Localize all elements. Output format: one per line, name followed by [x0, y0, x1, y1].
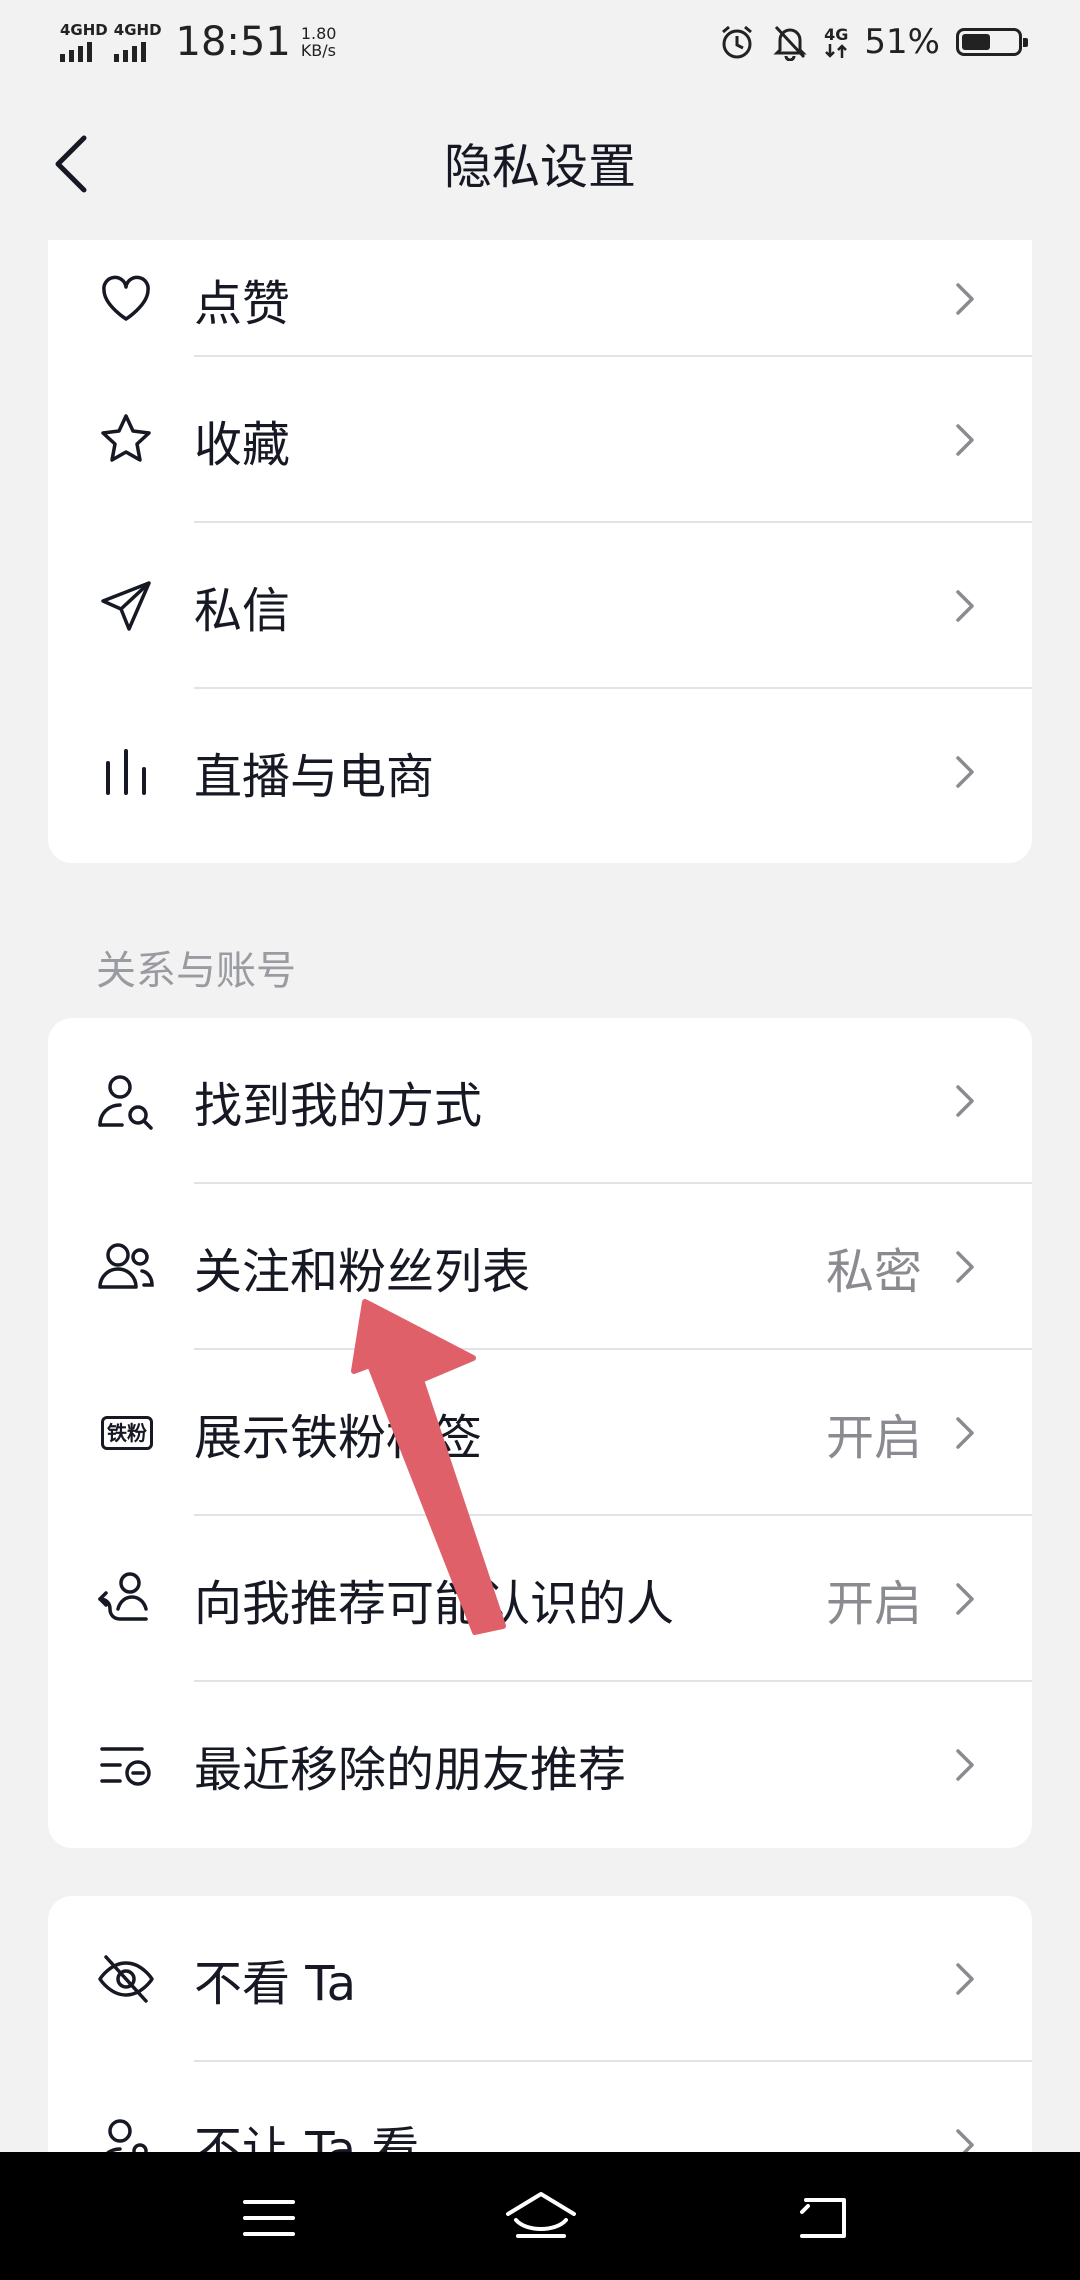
- chevron-right-icon: [956, 424, 974, 456]
- setting-row-dont-let-see[interactable]: 不让 Ta 看: [48, 2062, 1032, 2152]
- card-interaction: 点赞 收藏 私信 直播与电商: [48, 240, 1032, 863]
- system-nav-bar: [0, 2152, 1080, 2280]
- chevron-right-icon: [956, 590, 974, 622]
- setting-label: 展示铁粉标签: [194, 1410, 483, 1466]
- users-icon: [96, 1237, 156, 1297]
- setting-label: 最近移除的朋友推荐: [194, 1742, 627, 1798]
- setting-value: 开启: [825, 1576, 922, 1632]
- setting-label: 找到我的方式: [194, 1078, 483, 1134]
- speed-value: 1.80: [300, 24, 337, 43]
- page-title: 隐私设置: [443, 139, 636, 195]
- setting-row-follow-list[interactable]: 关注和粉丝列表 私密: [48, 1184, 1032, 1350]
- card-block: 不看 Ta 不让 Ta 看: [48, 1896, 1032, 2152]
- chevron-right-icon: [956, 1417, 974, 1449]
- setting-row-favorites[interactable]: 收藏: [48, 357, 1032, 523]
- setting-label: 收藏: [194, 417, 291, 473]
- setting-row-dont-see[interactable]: 不看 Ta: [48, 1896, 1032, 2062]
- chevron-right-icon: [956, 1749, 974, 1781]
- badge-icon: 铁粉: [96, 1403, 158, 1463]
- setting-label: 关注和粉丝列表: [194, 1244, 531, 1300]
- chevron-right-icon: [956, 1085, 974, 1117]
- signal-2: 4GHD: [113, 21, 162, 62]
- speed-unit: KB/s: [300, 41, 337, 60]
- setting-row-removed-recommendations[interactable]: 最近移除的朋友推荐: [48, 1682, 1032, 1848]
- menu-icon[interactable]: [243, 2198, 295, 2238]
- header: 隐私设置: [0, 84, 1080, 240]
- network-speed: 1.80 KB/s: [301, 25, 337, 59]
- recommend-user-icon: [96, 1569, 156, 1629]
- signal-1: 4GHD: [60, 22, 108, 62]
- list-remove-icon: [96, 1735, 156, 1795]
- setting-label: 不看 Ta: [194, 1956, 357, 2012]
- setting-label: 向我推荐可能认识的人: [194, 1576, 675, 1632]
- battery-percent: 51%: [864, 22, 940, 62]
- eye-off-icon: [96, 1949, 156, 2009]
- status-bar: 4GHD 4GHD 18:51 1.80 KB/s 4G 51%: [0, 0, 1080, 84]
- setting-value: 私密: [825, 1244, 922, 1300]
- network-label-2: 4GHD: [113, 21, 162, 39]
- signal-bars-icon: [113, 40, 146, 62]
- card-relations: 找到我的方式 关注和粉丝列表 私密 铁粉 展示铁粉标签 开启 向我推荐可能认识的…: [48, 1018, 1032, 1848]
- chevron-right-icon: [956, 282, 974, 315]
- heart-icon: [96, 269, 156, 329]
- star-icon: [96, 410, 156, 470]
- chevron-right-icon: [956, 1963, 974, 1995]
- setting-value: 开启: [825, 1410, 922, 1466]
- status-left: 4GHD 4GHD 18:51 1.80 KB/s: [60, 19, 336, 65]
- setting-row-recommend-people[interactable]: 向我推荐可能认识的人 开启: [48, 1516, 1032, 1682]
- user-lock-icon: [96, 2115, 156, 2152]
- bars-icon: [96, 742, 156, 802]
- clock: 18:51: [175, 19, 291, 65]
- battery-icon: [956, 28, 1028, 56]
- setting-row-messages[interactable]: 私信: [48, 523, 1032, 689]
- network-label-1: 4GHD: [60, 21, 108, 39]
- home-icon[interactable]: [504, 2190, 578, 2242]
- setting-label: 私信: [194, 583, 291, 639]
- chevron-right-icon: [956, 1251, 974, 1283]
- chevron-right-icon: [956, 756, 974, 788]
- status-right: 4G 51%: [702, 22, 1028, 62]
- badge-text: 铁粉: [101, 1416, 153, 1450]
- network-4g-icon: 4G: [824, 26, 848, 58]
- signal-bars-icon: [60, 40, 92, 62]
- settings-list[interactable]: 点赞 收藏 私信 直播与电商 关系与账号 找到我的方式 关注和粉丝列表 私密 铁…: [0, 240, 1080, 2152]
- setting-label: 直播与电商: [194, 749, 435, 805]
- alarm-icon: [718, 23, 756, 61]
- setting-label: 点赞: [194, 275, 291, 332]
- chevron-right-icon: [956, 1583, 974, 1615]
- battery-fill: [962, 34, 990, 50]
- setting-row-live-commerce[interactable]: 直播与电商: [48, 689, 1032, 855]
- user-search-icon: [96, 1071, 156, 1131]
- back-return-icon[interactable]: [796, 2196, 850, 2240]
- setting-row-likes[interactable]: 点赞: [48, 240, 1032, 357]
- paper-plane-icon: [96, 576, 156, 636]
- chevron-right-icon: [956, 2129, 974, 2152]
- chevron-left-icon[interactable]: [52, 134, 92, 194]
- setting-row-find-me[interactable]: 找到我的方式: [48, 1018, 1032, 1184]
- network-4g-label: 4G: [824, 25, 849, 44]
- setting-row-fan-badge[interactable]: 铁粉 展示铁粉标签 开启: [48, 1350, 1032, 1516]
- setting-label: 不让 Ta 看: [194, 2122, 420, 2152]
- section-title: 关系与账号: [96, 948, 296, 994]
- bell-off-icon: [772, 23, 808, 61]
- battery-cap: [1023, 38, 1028, 47]
